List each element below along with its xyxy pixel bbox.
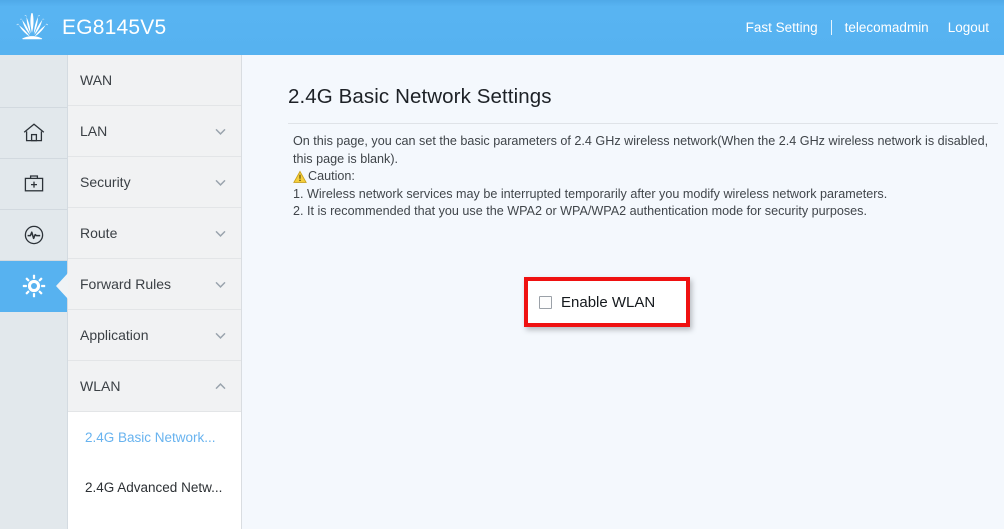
rail-top-spacer bbox=[0, 55, 67, 108]
current-user-link[interactable]: telecomadmin bbox=[845, 20, 929, 35]
caution-item: 1. Wireless network services may be inte… bbox=[293, 186, 888, 201]
menu-item-label: Forward Rules bbox=[80, 276, 172, 292]
menu-item-security[interactable]: Security bbox=[68, 157, 241, 208]
enable-wlan-row[interactable]: Enable WLAN bbox=[528, 281, 686, 323]
chevron-up-icon bbox=[214, 380, 227, 393]
menu-item-label: WLAN bbox=[80, 378, 121, 394]
router-admin-page: EG8145V5 Fast Setting telecomadmin Logou… bbox=[0, 0, 1004, 529]
submenu-item-2.4g-advanced-network[interactable]: 2.4G Advanced Netw... bbox=[68, 462, 241, 512]
page-header: EG8145V5 Fast Setting telecomadmin Logou… bbox=[0, 0, 1004, 55]
gauge-pulse-icon bbox=[24, 225, 43, 245]
caution-label: Caution: bbox=[308, 169, 355, 183]
menu-item-label: Security bbox=[80, 174, 131, 190]
menu-item-label: LAN bbox=[80, 123, 108, 139]
caution-heading: Caution: bbox=[293, 168, 998, 186]
chevron-down-icon bbox=[214, 329, 227, 342]
menu-item-wlan[interactable]: WLAN bbox=[68, 361, 241, 412]
home-icon bbox=[23, 123, 44, 142]
huawei-flower-logo bbox=[16, 12, 48, 39]
first-aid-kit-icon bbox=[24, 175, 43, 192]
caution-item: 2. It is recommended that you use the WP… bbox=[293, 204, 867, 218]
chevron-down-icon bbox=[214, 227, 227, 240]
chevron-down-icon bbox=[214, 125, 227, 138]
description-paragraph: On this page, you can set the basic para… bbox=[293, 134, 989, 166]
chevron-down-icon bbox=[214, 176, 227, 189]
wlan-submenu: 2.4G Basic Network... 2.4G Advanced Netw… bbox=[68, 412, 241, 512]
menu-item-label: WAN bbox=[80, 72, 113, 88]
main-content: 2.4G Basic Network Settings On this page… bbox=[243, 55, 1004, 529]
annotation-highlight-box: Enable WLAN bbox=[524, 277, 690, 327]
enable-wlan-checkbox[interactable] bbox=[539, 295, 552, 309]
brand-name: EG8145V5 bbox=[62, 15, 167, 39]
menu-item-route[interactable]: Route bbox=[68, 208, 241, 259]
icon-rail bbox=[0, 55, 68, 529]
settings-menu: WAN LAN Security Route Forward Rules App… bbox=[68, 55, 242, 529]
fast-setting-link[interactable]: Fast Setting bbox=[746, 20, 818, 35]
rail-item-maintenance[interactable] bbox=[0, 159, 67, 210]
page-title: 2.4G Basic Network Settings bbox=[288, 85, 552, 108]
menu-item-wan[interactable]: WAN bbox=[68, 55, 241, 106]
logout-link[interactable]: Logout bbox=[948, 20, 989, 35]
rail-item-home[interactable] bbox=[0, 108, 67, 159]
chevron-down-icon bbox=[214, 278, 227, 291]
menu-item-label: Application bbox=[80, 327, 149, 343]
warning-triangle-icon bbox=[293, 170, 307, 183]
page-description: On this page, you can set the basic para… bbox=[293, 133, 998, 221]
rail-item-advanced[interactable] bbox=[0, 261, 67, 312]
submenu-item-2.4g-basic-network[interactable]: 2.4G Basic Network... bbox=[68, 412, 241, 462]
menu-item-label: Route bbox=[80, 225, 118, 241]
enable-wlan-label: Enable WLAN bbox=[561, 293, 656, 311]
menu-item-lan[interactable]: LAN bbox=[68, 106, 241, 157]
header-links: Fast Setting telecomadmin Logout bbox=[746, 0, 1004, 55]
title-divider bbox=[288, 123, 998, 124]
rail-item-status[interactable] bbox=[0, 210, 67, 261]
gear-icon bbox=[22, 274, 45, 298]
menu-item-application[interactable]: Application bbox=[68, 310, 241, 361]
menu-item-forward-rules[interactable]: Forward Rules bbox=[68, 259, 241, 310]
header-divider bbox=[830, 20, 832, 35]
brand: EG8145V5 bbox=[0, 12, 166, 44]
